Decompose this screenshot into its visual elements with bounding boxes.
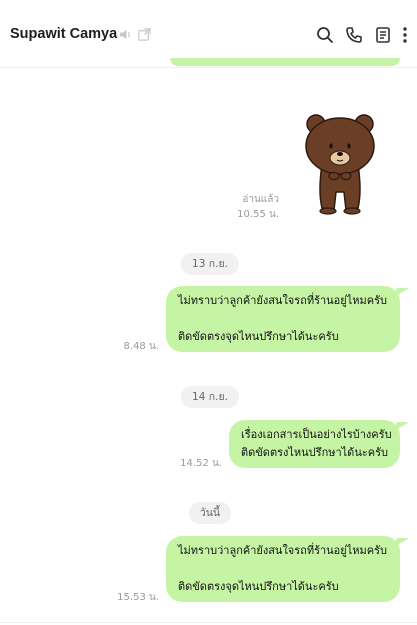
message-bubble[interactable]: ไม่ทราบว่าลูกค้ายังสนใจรถที่ร้านอยู่ไหมค…	[166, 536, 400, 602]
message-text: ไม่ทราบว่าลูกค้ายังสนใจรถที่ร้านอยู่ไหมค…	[178, 294, 388, 307]
notes-icon[interactable]	[373, 25, 393, 45]
message-time: 14.52 น.	[180, 458, 222, 469]
divider	[0, 622, 417, 623]
more-vertical-icon[interactable]	[399, 25, 411, 45]
previous-message-bubble[interactable]	[170, 58, 400, 66]
read-receipt: อ่านแล้ว	[242, 194, 279, 205]
date-separator: 14 ก.ย.	[181, 386, 239, 408]
message-text: เรื่องเอกสารเป็นอย่างไรบ้างครับ	[241, 428, 392, 441]
message-time: 10.55 น.	[237, 209, 279, 220]
message-text: ติดขัดตรงจุดไหนปรึกษาได้นะครับ	[178, 580, 339, 593]
phone-icon[interactable]	[344, 25, 364, 45]
message-text: ติดขัดตรงจุดไหนปรึกษาได้นะครับ	[178, 330, 339, 343]
message-time: 15.53 น.	[117, 592, 159, 603]
speaker-icon[interactable]	[118, 27, 133, 42]
date-separator: วันนี้	[189, 502, 231, 524]
date-separator: 13 ก.ย.	[181, 253, 239, 275]
contact-name[interactable]: Supawit Camya	[10, 26, 117, 42]
bear-sticker[interactable]	[300, 112, 380, 216]
message-text: ติดขัดตรงไหนปรึกษาได้นะครับ	[241, 446, 389, 459]
search-icon[interactable]	[315, 25, 335, 45]
message-time: 8.48 น.	[123, 341, 159, 352]
message-text: ไม่ทราบว่าลูกค้ายังสนใจรถที่ร้านอยู่ไหมค…	[178, 544, 388, 557]
external-window-icon[interactable]	[137, 27, 152, 42]
message-bubble[interactable]: เรื่องเอกสารเป็นอย่างไรบ้างครับ ติดขัดตร…	[229, 420, 400, 468]
message-bubble[interactable]: ไม่ทราบว่าลูกค้ายังสนใจรถที่ร้านอยู่ไหมค…	[166, 286, 400, 352]
